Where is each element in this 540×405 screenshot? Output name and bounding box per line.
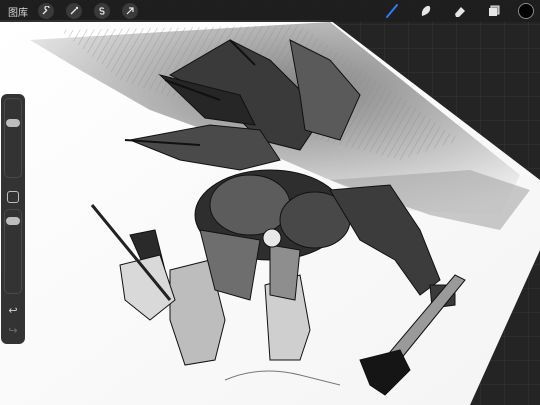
top-toolbar: 图库: [0, 0, 540, 22]
right-tool-group: [382, 0, 540, 22]
opacity-thumb[interactable]: [6, 217, 20, 226]
actions-wrench-icon[interactable]: [38, 3, 54, 19]
opacity-slider[interactable]: [4, 209, 22, 294]
color-picker-swatch[interactable]: [518, 3, 534, 19]
smudge-icon[interactable]: [416, 1, 436, 21]
transform-arrow-icon[interactable]: [122, 3, 138, 19]
artwork-canvas[interactable]: [0, 0, 540, 405]
redo-button[interactable]: ↪: [1, 324, 25, 337]
canvas-workspace[interactable]: 图库 ↩ ↪: [0, 0, 540, 405]
brush-size-slider[interactable]: [4, 98, 22, 178]
brush-icon[interactable]: [382, 1, 402, 21]
brush-size-thumb[interactable]: [6, 118, 20, 127]
adjustments-wand-icon[interactable]: [66, 3, 82, 19]
eraser-icon[interactable]: [450, 1, 470, 21]
undo-button[interactable]: ↩: [1, 304, 25, 317]
layers-icon[interactable]: [484, 1, 504, 21]
left-sidebar: ↩ ↪: [1, 94, 25, 344]
gallery-button[interactable]: 图库: [8, 4, 28, 19]
modify-button[interactable]: [7, 191, 19, 203]
selection-s-icon[interactable]: [94, 3, 110, 19]
